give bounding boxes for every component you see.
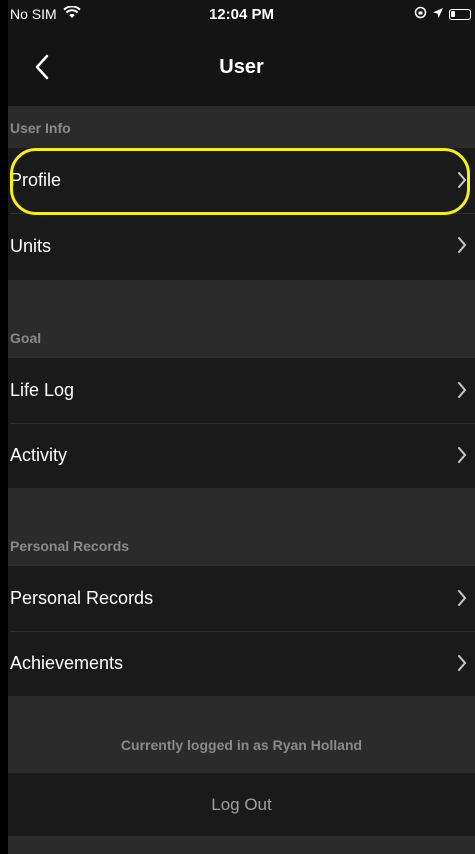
personal-records-label: Personal Records <box>10 588 154 608</box>
navigation-bar: User <box>8 30 475 106</box>
status-time: 12:04 PM <box>208 6 275 23</box>
status-bar: No SIM 12:04 PM <box>8 0 475 30</box>
life-log-row[interactable]: Life Log <box>8 358 475 423</box>
achievements-row[interactable]: Achievements <box>8 631 475 696</box>
chevron-right-icon <box>458 590 467 606</box>
location-arrow-icon <box>432 6 444 22</box>
section-header-goal: Goal <box>8 280 475 358</box>
status-icons <box>414 6 471 22</box>
units-label: Units <box>10 235 52 256</box>
section-header-label: Goal <box>10 330 42 346</box>
chevron-right-icon <box>458 237 467 253</box>
orientation-lock-icon <box>414 6 427 22</box>
battery-icon <box>449 8 471 20</box>
chevron-right-icon <box>458 382 467 398</box>
section-header-label: User Info <box>10 120 71 136</box>
achievements-label: Achievements <box>10 653 124 673</box>
section-header-personal-records: Personal Records <box>8 488 475 566</box>
profile-highlight-annotation <box>10 148 470 215</box>
section-header-label: Personal Records <box>10 538 130 554</box>
bottom-spacer <box>8 836 475 854</box>
cell-group-personal-records: Personal Records Achievements <box>8 566 475 696</box>
cell-group-goal: Life Log Activity <box>8 358 475 488</box>
section-header-user-info: User Info <box>8 106 475 148</box>
logout-button[interactable]: Log Out <box>8 773 475 836</box>
chevron-right-icon <box>458 655 467 671</box>
page-title: User <box>219 56 264 78</box>
life-log-label: Life Log <box>10 380 75 400</box>
activity-row[interactable]: Activity <box>8 423 475 488</box>
screen: No SIM 12:04 PM User User Info Profile U… <box>8 0 475 854</box>
personal-records-row[interactable]: Personal Records <box>8 566 475 631</box>
activity-label: Activity <box>10 445 68 465</box>
chevron-right-icon <box>458 447 467 463</box>
units-row[interactable]: Units <box>8 213 475 279</box>
logged-in-status: Currently logged in as Ryan Holland <box>120 737 363 753</box>
